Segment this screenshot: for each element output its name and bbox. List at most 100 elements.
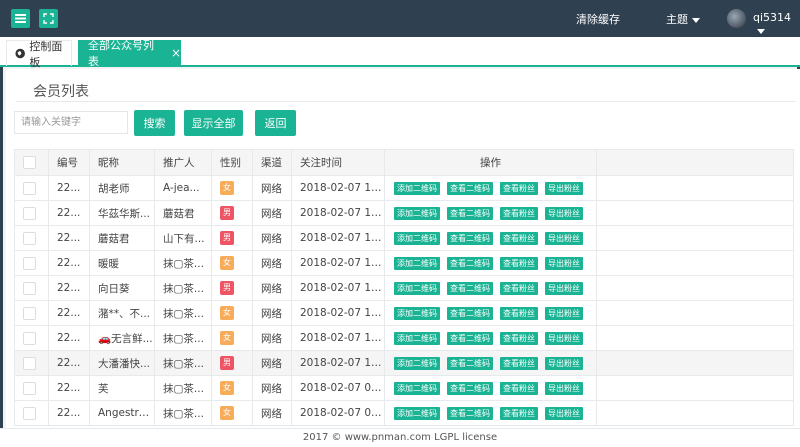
- view-qr-button[interactable]: 查看二维码: [447, 381, 493, 395]
- view-qr-button[interactable]: 查看二维码: [447, 181, 493, 195]
- header-actions: 操作: [384, 149, 597, 176]
- tab-dashboard[interactable]: 控制面板: [6, 40, 72, 69]
- cell-nickname: 芙: [89, 375, 155, 401]
- cell-actions: 添加二维码 查看二维码 查看粉丝 导出粉丝: [384, 175, 597, 201]
- export-fans-button[interactable]: 导出粉丝: [545, 331, 583, 345]
- cell-id: 22...: [48, 350, 90, 376]
- row-select-cell: [14, 275, 49, 301]
- row-checkbox[interactable]: [23, 231, 36, 245]
- add-qr-button[interactable]: 添加二维码: [394, 331, 440, 345]
- row-select-cell: [14, 175, 49, 201]
- cell-channel: 网络: [252, 400, 292, 426]
- tab-account-list-label: 全部公众号列表: [88, 39, 154, 68]
- title-divider: [16, 101, 796, 102]
- cell-nickname: 🚗无言鲜...: [89, 325, 155, 351]
- cell-id: 22...: [48, 375, 90, 401]
- cell-follow-time: 2018-02-07 15:...: [291, 200, 385, 226]
- theme-menu[interactable]: 主题: [666, 11, 700, 27]
- row-checkbox[interactable]: [23, 256, 36, 270]
- row-checkbox[interactable]: [23, 356, 36, 370]
- close-icon[interactable]: ×: [171, 46, 181, 60]
- export-fans-button[interactable]: 导出粉丝: [545, 356, 583, 370]
- view-fans-button[interactable]: 查看粉丝: [500, 231, 538, 245]
- view-qr-button[interactable]: 查看二维码: [447, 331, 493, 345]
- view-fans-button[interactable]: 查看粉丝: [500, 206, 538, 220]
- add-qr-button[interactable]: 添加二维码: [394, 231, 440, 245]
- view-qr-button[interactable]: 查看二维码: [447, 231, 493, 245]
- view-qr-button[interactable]: 查看二维码: [447, 356, 493, 370]
- cell-channel: 网络: [252, 175, 292, 201]
- row-checkbox[interactable]: [23, 406, 36, 420]
- cell-gender: 女: [211, 250, 253, 276]
- view-qr-button[interactable]: 查看二维码: [447, 256, 493, 270]
- theme-label: 主题: [666, 13, 688, 26]
- add-qr-button[interactable]: 添加二维码: [394, 281, 440, 295]
- gender-badge: 女: [220, 331, 234, 345]
- add-qr-button[interactable]: 添加二维码: [394, 256, 440, 270]
- export-fans-button[interactable]: 导出粉丝: [545, 306, 583, 320]
- export-fans-button[interactable]: 导出粉丝: [545, 181, 583, 195]
- select-all-checkbox[interactable]: [23, 156, 36, 169]
- row-checkbox[interactable]: [23, 281, 36, 295]
- view-fans-button[interactable]: 查看粉丝: [500, 256, 538, 270]
- cell-id: 22...: [48, 300, 90, 326]
- member-table: 编号 昵称 推广人 性别 渠道 关注时间 操作 22... 胡老师 A-jea...…: [14, 149, 794, 426]
- table-header-row: 编号 昵称 推广人 性别 渠道 关注时间 操作: [14, 149, 794, 176]
- table-row: 22... 潴**、不... 抹▢茶... 女网络 2018-02-07 12:... 添…: [14, 300, 794, 326]
- view-fans-button[interactable]: 查看粉丝: [500, 181, 538, 195]
- gender-badge: 女: [220, 381, 234, 395]
- cell-nickname: 胡老师: [89, 175, 155, 201]
- export-fans-button[interactable]: 导出粉丝: [545, 406, 583, 420]
- add-qr-button[interactable]: 添加二维码: [394, 181, 440, 195]
- cell-id: 22...: [48, 400, 90, 426]
- back-button[interactable]: 返回: [255, 110, 296, 136]
- view-qr-button[interactable]: 查看二维码: [447, 206, 493, 220]
- top-navbar: 清除缓存 主题 qi5314: [0, 0, 800, 37]
- left-edge: [0, 37, 3, 447]
- user-menu[interactable]: qi5314: [753, 11, 800, 37]
- export-fans-button[interactable]: 导出粉丝: [545, 206, 583, 220]
- view-fans-button[interactable]: 查看粉丝: [500, 406, 538, 420]
- view-qr-button[interactable]: 查看二维码: [447, 306, 493, 320]
- cell-gender: 男: [211, 275, 253, 301]
- header-promoter: 推广人: [154, 149, 212, 176]
- export-fans-button[interactable]: 导出粉丝: [545, 381, 583, 395]
- gender-badge: 男: [220, 231, 234, 245]
- cell-spacer: [596, 250, 794, 276]
- view-fans-button[interactable]: 查看粉丝: [500, 281, 538, 295]
- row-checkbox[interactable]: [23, 181, 36, 195]
- view-qr-button[interactable]: 查看二维码: [447, 406, 493, 420]
- export-fans-button[interactable]: 导出粉丝: [545, 231, 583, 245]
- main-panel: 会员列表 搜索 显示全部 返回 编号 昵称 推广人 性别 渠道 关注时间 操作 …: [6, 69, 800, 429]
- add-qr-button[interactable]: 添加二维码: [394, 406, 440, 420]
- add-qr-button[interactable]: 添加二维码: [394, 306, 440, 320]
- table-row: 22... 胡老师 A-jea... 女网络 2018-02-07 15:... 添加二维…: [14, 175, 794, 201]
- view-fans-button[interactable]: 查看粉丝: [500, 356, 538, 370]
- cell-nickname: 潴**、不...: [89, 300, 155, 326]
- search-input[interactable]: [14, 111, 128, 134]
- show-all-button[interactable]: 显示全部: [184, 110, 243, 136]
- clear-cache-link[interactable]: 清除缓存: [576, 11, 620, 27]
- avatar[interactable]: [727, 9, 746, 28]
- cell-follow-time: 2018-02-07 12:...: [291, 275, 385, 301]
- menu-icon[interactable]: [11, 9, 30, 28]
- row-select-cell: [14, 375, 49, 401]
- export-fans-button[interactable]: 导出粉丝: [545, 281, 583, 295]
- header-id: 编号: [48, 149, 90, 176]
- search-button[interactable]: 搜索: [134, 110, 175, 136]
- cell-nickname: 华茲华斯...: [89, 200, 155, 226]
- row-checkbox[interactable]: [23, 331, 36, 345]
- view-fans-button[interactable]: 查看粉丝: [500, 306, 538, 320]
- view-qr-button[interactable]: 查看二维码: [447, 281, 493, 295]
- view-fans-button[interactable]: 查看粉丝: [500, 331, 538, 345]
- row-checkbox[interactable]: [23, 306, 36, 320]
- export-fans-button[interactable]: 导出粉丝: [545, 256, 583, 270]
- add-qr-button[interactable]: 添加二维码: [394, 356, 440, 370]
- tab-account-list[interactable]: 全部公众号列表 ×: [78, 39, 181, 68]
- add-qr-button[interactable]: 添加二维码: [394, 206, 440, 220]
- row-checkbox[interactable]: [23, 206, 36, 220]
- row-checkbox[interactable]: [23, 381, 36, 395]
- fullscreen-icon[interactable]: [39, 9, 58, 28]
- add-qr-button[interactable]: 添加二维码: [394, 381, 440, 395]
- view-fans-button[interactable]: 查看粉丝: [500, 381, 538, 395]
